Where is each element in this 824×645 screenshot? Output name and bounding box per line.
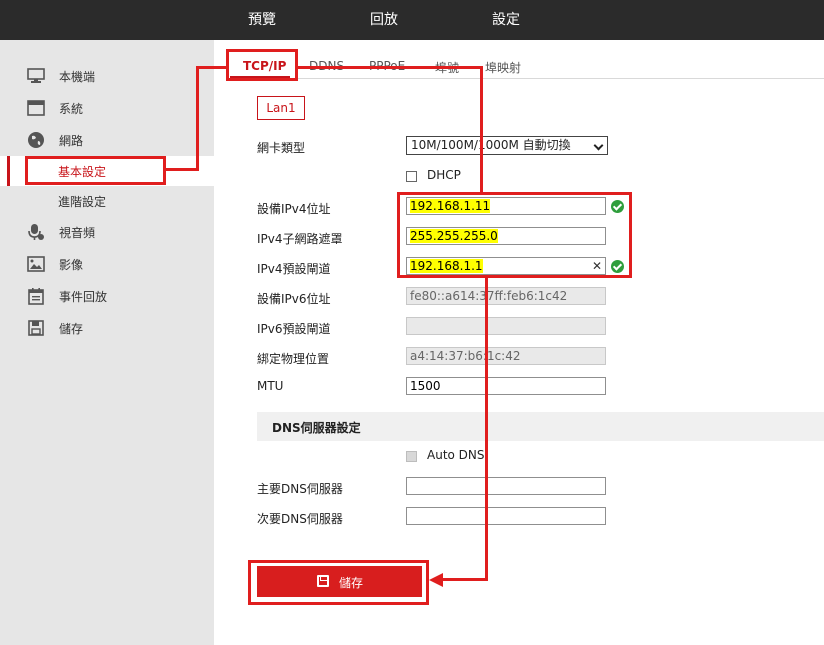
dns-section-title: DNS伺服器設定 (272, 421, 361, 435)
top-nav-bar: 預覽 回放 設定 (0, 0, 824, 40)
sidebar: 本機端 系統 網路 基本設定 進階設定 視音頻 影像 事件回放 儲存 (0, 40, 214, 645)
ipv4-gateway-label: IPv4預設閘道 (257, 262, 331, 276)
ipv6-address-input: fe80::a614:37ff:feb6:1c42 (406, 287, 606, 305)
tab-ddns[interactable]: DDNS (309, 59, 344, 73)
mac-address-input: a4:14:37:b6:1c:42 (406, 347, 606, 365)
calendar-icon (28, 288, 44, 305)
auto-dns-checkbox[interactable] (406, 451, 417, 462)
dhcp-label: DHCP (427, 168, 461, 182)
ipv6-gateway-input (406, 317, 606, 335)
ipv4-address-value: 192.168.1.11 (410, 199, 491, 213)
nav-playback[interactable]: 回放 (370, 0, 398, 40)
sidebar-item-image[interactable]: 影像 (0, 249, 214, 279)
mtu-input[interactable]: 1500 (406, 377, 606, 395)
ipv6-gateway-label: IPv6預設閘道 (257, 322, 331, 336)
sidebar-item-label: 視音頻 (59, 226, 96, 240)
active-indicator (7, 156, 10, 186)
save-icon (28, 320, 44, 336)
primary-dns-input[interactable] (406, 477, 606, 495)
sidebar-item-label: 網路 (59, 134, 84, 148)
sidebar-item-storage[interactable]: 儲存 (0, 313, 214, 343)
sidebar-item-network[interactable]: 網路 (0, 125, 214, 155)
primary-dns-label: 主要DNS伺服器 (257, 482, 343, 496)
save-icon (317, 575, 329, 587)
valid-check-icon (611, 260, 624, 273)
auto-dns-label: Auto DNS (427, 448, 485, 462)
ipv4-mask-label: IPv4子網路遮罩 (257, 232, 343, 246)
sidebar-item-event-playback[interactable]: 事件回放 (0, 281, 214, 311)
ipv4-gateway-input[interactable]: 192.168.1.1 ✕ (406, 257, 606, 275)
sidebar-item-label: 儲存 (59, 322, 84, 336)
sidebar-item-basic-settings[interactable]: 基本設定 (0, 156, 214, 186)
dns-section-header: DNS伺服器設定 (257, 412, 824, 441)
sidebar-item-local[interactable]: 本機端 (0, 61, 214, 91)
active-tab-underline (230, 76, 290, 79)
ipv4-mask-input[interactable]: 255.255.255.0 (406, 227, 606, 245)
globe-icon (28, 132, 44, 148)
tab-divider (228, 78, 824, 79)
ipv4-gateway-value: 192.168.1.1 (410, 259, 483, 273)
ipv4-address-input[interactable]: 192.168.1.11 (406, 197, 606, 215)
sidebar-item-advanced-settings[interactable]: 進階設定 (0, 186, 214, 216)
sidebar-item-label: 事件回放 (59, 290, 108, 304)
nic-type-select[interactable]: 10M/100M/1000M 自動切換 (406, 136, 608, 155)
lan1-button[interactable]: Lan1 (257, 96, 305, 120)
save-button[interactable]: 儲存 (257, 566, 422, 597)
sidebar-item-label: 影像 (59, 258, 84, 272)
save-button-label: 儲存 (339, 576, 364, 590)
monitor-icon (27, 68, 45, 83)
microphone-icon (28, 224, 44, 240)
clear-icon[interactable]: ✕ (592, 258, 602, 274)
tab-port[interactable]: 埠號 (435, 59, 459, 76)
sidebar-item-label: 系統 (59, 102, 84, 116)
dhcp-checkbox[interactable] (406, 171, 417, 182)
sidebar-item-system[interactable]: 系統 (0, 93, 214, 123)
nav-preview[interactable]: 預覽 (248, 0, 276, 40)
sidebar-item-label: 本機端 (59, 70, 96, 84)
ipv6-address-label: 設備IPv6位址 (257, 292, 331, 306)
tab-port-mapping[interactable]: 埠映射 (485, 59, 521, 76)
nic-type-value: 10M/100M/1000M 自動切換 (411, 138, 571, 152)
annotation-line (440, 578, 488, 581)
tab-tcpip[interactable]: TCP/IP (243, 59, 286, 73)
sidebar-item-label: 進階設定 (58, 195, 107, 209)
valid-check-icon (611, 200, 624, 213)
sidebar-item-label: 基本設定 (58, 165, 107, 179)
mtu-label: MTU (257, 379, 284, 393)
nav-settings[interactable]: 設定 (492, 0, 520, 40)
chevron-down-icon (593, 140, 604, 151)
window-icon (27, 100, 45, 116)
mac-address-label: 綁定物理位置 (257, 352, 330, 366)
secondary-dns-input[interactable] (406, 507, 606, 525)
nic-type-label: 網卡類型 (257, 141, 306, 155)
image-icon (27, 256, 45, 272)
annotation-arrowhead-icon (429, 573, 443, 587)
annotation-line (480, 66, 483, 194)
ipv4-address-label: 設備IPv4位址 (257, 202, 331, 216)
tab-pppoe[interactable]: PPPoE (369, 59, 405, 73)
secondary-dns-label: 次要DNS伺服器 (257, 512, 343, 526)
ipv4-mask-value: 255.255.255.0 (410, 229, 498, 243)
sidebar-item-video-audio[interactable]: 視音頻 (0, 217, 214, 247)
